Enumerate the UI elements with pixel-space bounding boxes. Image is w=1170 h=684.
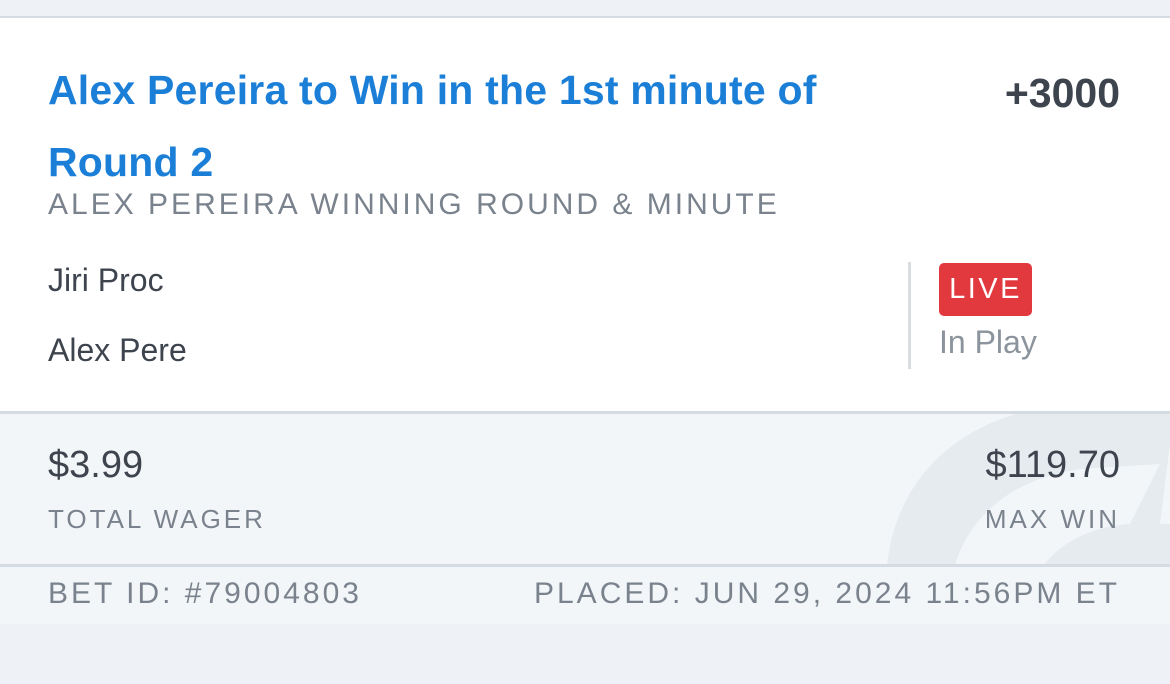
brand-logo-watermark-icon	[887, 414, 1170, 564]
bet-id: BET ID: #79004803	[48, 577, 362, 610]
bet-card-details[interactable]: Alex Pereira to Win in the 1st minute of…	[0, 18, 1170, 414]
max-win-amount: $119.70	[985, 444, 1120, 486]
top-separator	[0, 0, 1170, 18]
total-wager-amount: $3.99	[48, 444, 144, 486]
fighter-1-name: Jiri Proc	[48, 262, 164, 298]
total-wager-label: TOTAL WAGER	[48, 504, 266, 534]
status-divider	[908, 262, 911, 369]
live-badge: LIVE	[939, 263, 1032, 316]
fighter-2-name: Alex Pere	[48, 332, 187, 368]
placed-timestamp: PLACED: JUN 29, 2024 11:56PM ET	[533, 577, 1120, 610]
bet-footer: BET ID: #79004803 PLACED: JUN 29, 2024 1…	[0, 564, 1170, 627]
in-play-status: In Play	[939, 324, 1037, 360]
bet-title: Alex Pereira to Win in the 1st minute of…	[48, 67, 817, 185]
bet-odds: +3000	[1004, 70, 1120, 116]
wager-summary: $3.99 TOTAL WAGER $119.70 MAX WIN	[0, 414, 1170, 564]
bottom-separator	[0, 624, 1170, 684]
bet-market: ALEX PEREIRA WINNING ROUND & MINUTE	[48, 188, 780, 221]
max-win-label: MAX WIN	[984, 504, 1120, 534]
